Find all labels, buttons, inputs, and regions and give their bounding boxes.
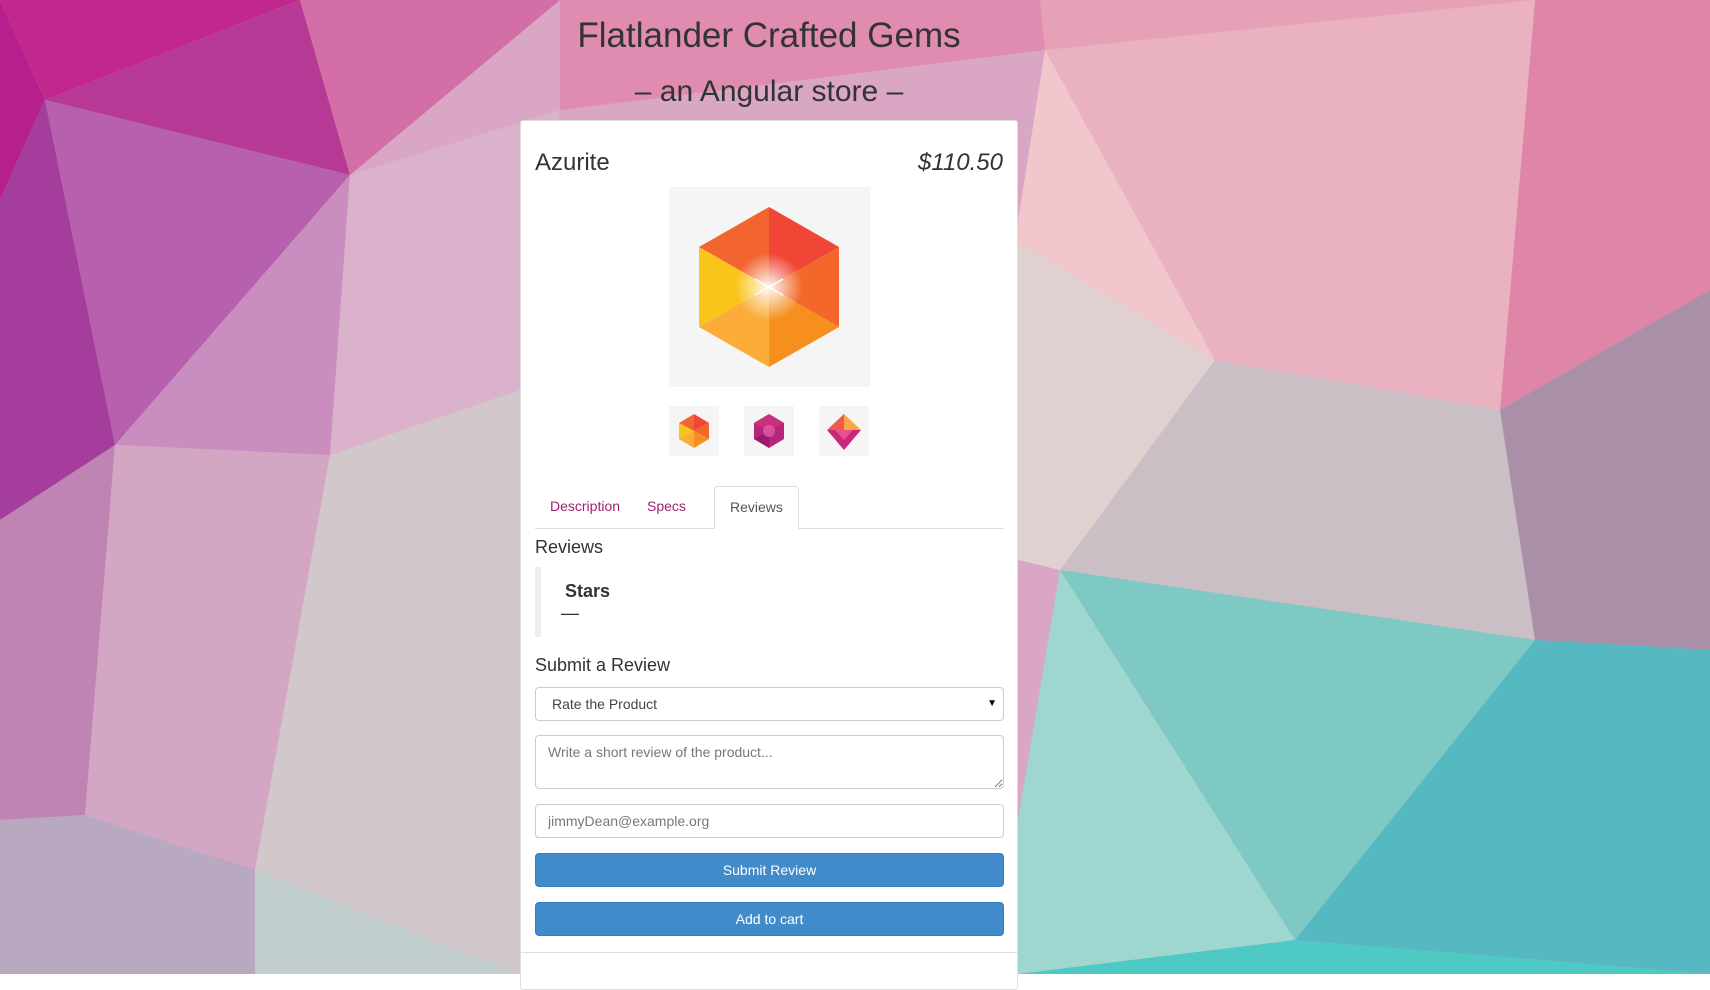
- review-body-input[interactable]: [535, 735, 1004, 789]
- reviews-heading: Reviews: [535, 537, 604, 557]
- product-price: $110.50: [918, 149, 1003, 176]
- review-author: —: [561, 603, 579, 623]
- review-stars: Stars: [565, 581, 611, 601]
- product-tabs: Description Specs Reviews: [535, 486, 1004, 529]
- product-name: Azurite: [535, 149, 610, 176]
- product-card: Azurite $110.50 Description Specs Review…: [520, 120, 1018, 990]
- tab-specs[interactable]: Specs: [632, 486, 701, 527]
- add-to-cart-button[interactable]: Add to cart: [535, 902, 1004, 936]
- pink-diamond-gem-icon: [827, 414, 861, 450]
- submit-review-heading: Submit a Review: [535, 655, 671, 675]
- review-entry: Stars —: [535, 567, 1001, 637]
- divider: [521, 952, 1017, 953]
- chevron-down-icon: ▼: [987, 698, 997, 709]
- orange-hexagon-gem-icon: [679, 414, 709, 448]
- store-title: Flatlander Crafted Gems: [577, 16, 961, 55]
- tab-reviews[interactable]: Reviews: [714, 486, 799, 529]
- email-field[interactable]: [535, 804, 1004, 838]
- tab-description[interactable]: Description: [535, 486, 635, 527]
- rating-select-value: Rate the Product: [552, 696, 658, 712]
- submit-review-button[interactable]: Submit Review: [535, 853, 1004, 887]
- thumbnail-3[interactable]: [819, 406, 869, 456]
- product-main-image: [669, 187, 870, 387]
- orange-hexagon-gem-icon: [699, 207, 839, 367]
- thumbnail-1[interactable]: [669, 406, 719, 456]
- rating-select[interactable]: Rate the Product ▼: [535, 687, 1004, 721]
- magenta-hexagon-gem-icon: [754, 414, 784, 448]
- thumbnail-2[interactable]: [744, 406, 794, 456]
- store-subtitle: – an Angular store –: [634, 75, 904, 108]
